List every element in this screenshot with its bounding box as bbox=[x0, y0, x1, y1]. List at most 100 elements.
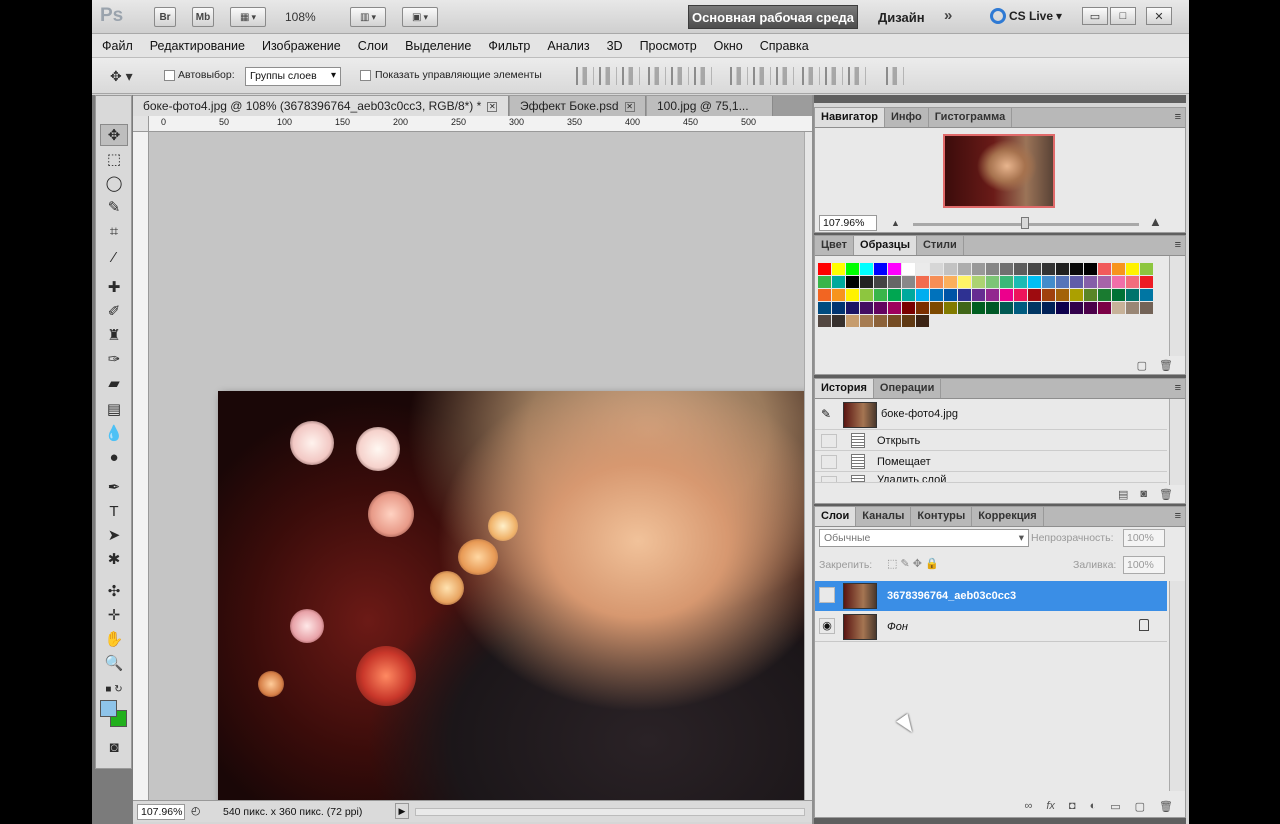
swap-colors-icon[interactable]: ■ ↻ bbox=[100, 678, 128, 700]
color-swatch[interactable] bbox=[972, 302, 985, 314]
history-brush-source-icon[interactable]: ✎ bbox=[821, 407, 831, 421]
color-swatch[interactable] bbox=[1084, 263, 1097, 275]
color-swatch[interactable] bbox=[888, 289, 901, 301]
history-step[interactable]: Удалить слой bbox=[815, 472, 1167, 483]
align-left-icon[interactable] bbox=[648, 67, 666, 85]
move-tool-icon[interactable]: ✥ bbox=[100, 124, 128, 146]
minimize-button[interactable]: ▭ bbox=[1082, 7, 1108, 25]
tab-navigator[interactable]: Навигатор bbox=[815, 108, 885, 127]
color-swatch[interactable] bbox=[1098, 276, 1111, 288]
color-swatch[interactable] bbox=[916, 263, 929, 275]
new-document-from-state-icon[interactable]: ▤ bbox=[1118, 488, 1128, 501]
color-swatch[interactable] bbox=[1126, 289, 1139, 301]
color-swatch[interactable] bbox=[1084, 276, 1097, 288]
clone-stamp-tool-icon[interactable]: ♜ bbox=[100, 324, 128, 346]
color-swatch[interactable] bbox=[818, 302, 831, 314]
eye-icon[interactable]: ◉ bbox=[819, 618, 835, 634]
navigator-thumbnail[interactable] bbox=[943, 134, 1055, 208]
color-swatch[interactable] bbox=[846, 276, 859, 288]
color-swatch[interactable] bbox=[832, 315, 845, 327]
auto-align-icon[interactable] bbox=[886, 67, 904, 85]
camera-snapshot-icon[interactable]: ◙ bbox=[1140, 488, 1147, 500]
foreground-color-swatch[interactable] bbox=[100, 700, 117, 717]
tab-paths[interactable]: Контуры bbox=[911, 507, 973, 526]
history-brush-tool-icon[interactable]: ✑ bbox=[100, 348, 128, 370]
crop-tool-icon[interactable]: ⌗ bbox=[100, 220, 128, 242]
color-swatch[interactable] bbox=[1056, 302, 1069, 314]
canvas-horizontal-scrollbar[interactable] bbox=[415, 808, 805, 816]
color-swatch[interactable] bbox=[902, 276, 915, 288]
color-swatch[interactable] bbox=[1028, 289, 1041, 301]
color-swatch[interactable] bbox=[1056, 263, 1069, 275]
adjustment-icon[interactable]: ◐ bbox=[1090, 800, 1097, 812]
color-swatch[interactable] bbox=[860, 315, 873, 327]
color-swatch[interactable] bbox=[1112, 263, 1125, 275]
color-swatch[interactable] bbox=[1084, 289, 1097, 301]
panel-dock-bar[interactable] bbox=[814, 95, 1186, 103]
show-controls-checkbox[interactable] bbox=[360, 70, 371, 81]
color-swatch[interactable] bbox=[1028, 276, 1041, 288]
fill-field[interactable]: 100% bbox=[1123, 556, 1165, 574]
color-swatch[interactable] bbox=[818, 276, 831, 288]
lasso-tool-icon[interactable]: ◯ bbox=[100, 172, 128, 194]
color-swatch[interactable] bbox=[888, 276, 901, 288]
color-swatch[interactable] bbox=[1070, 263, 1083, 275]
close-tab-icon[interactable]: ✕ bbox=[624, 101, 635, 112]
trash-icon[interactable]: 🗑 bbox=[1159, 488, 1173, 501]
color-swatch[interactable] bbox=[930, 302, 943, 314]
history-source-checkbox[interactable] bbox=[821, 455, 837, 469]
color-swatch[interactable] bbox=[1042, 276, 1055, 288]
menu-window[interactable]: Окно bbox=[714, 39, 743, 53]
type-tool-icon[interactable]: T bbox=[100, 500, 128, 522]
tab-actions[interactable]: Операции bbox=[874, 379, 942, 398]
color-swatch[interactable] bbox=[986, 276, 999, 288]
dodge-tool-icon[interactable]: ● bbox=[100, 446, 128, 468]
color-swatch[interactable] bbox=[916, 302, 929, 314]
color-swatch[interactable] bbox=[874, 315, 887, 327]
color-swatch[interactable] bbox=[832, 263, 845, 275]
color-swatch[interactable] bbox=[1098, 302, 1111, 314]
3d-rotate-tool-icon[interactable]: ✣ bbox=[100, 580, 128, 602]
color-swatch[interactable] bbox=[874, 276, 887, 288]
zoom-out-icon[interactable]: ▲ bbox=[891, 218, 900, 228]
color-swatch[interactable] bbox=[986, 289, 999, 301]
color-swatch[interactable] bbox=[944, 276, 957, 288]
color-swatch[interactable] bbox=[818, 289, 831, 301]
color-swatch[interactable] bbox=[902, 289, 915, 301]
color-swatch[interactable] bbox=[1112, 302, 1125, 314]
menu-select[interactable]: Выделение bbox=[405, 39, 471, 53]
panel-menu-icon[interactable]: ≡ bbox=[1175, 510, 1181, 522]
autoselect-select[interactable]: Группы слоев bbox=[245, 67, 341, 86]
color-swatch[interactable] bbox=[902, 263, 915, 275]
gradient-tool-icon[interactable]: ▤ bbox=[100, 398, 128, 420]
color-swatch[interactable] bbox=[1028, 302, 1041, 314]
color-swatch[interactable] bbox=[916, 289, 929, 301]
color-swatch[interactable] bbox=[1042, 289, 1055, 301]
color-swatch[interactable] bbox=[860, 289, 873, 301]
menu-view[interactable]: Просмотр bbox=[640, 39, 697, 53]
menu-image[interactable]: Изображение bbox=[262, 39, 341, 53]
blend-mode-select[interactable]: Обычные bbox=[819, 529, 1029, 547]
color-swatch[interactable] bbox=[1098, 289, 1111, 301]
color-swatch[interactable] bbox=[1098, 263, 1111, 275]
color-swatch[interactable] bbox=[846, 315, 859, 327]
tab-adjustments[interactable]: Коррекция bbox=[972, 507, 1044, 526]
eyedropper-tool-icon[interactable]: ⁄ bbox=[100, 246, 128, 268]
distribute-right-icon[interactable] bbox=[848, 67, 866, 85]
color-swatch[interactable] bbox=[818, 263, 831, 275]
color-swatch[interactable] bbox=[958, 302, 971, 314]
swatches-scrollbar[interactable] bbox=[1169, 256, 1185, 356]
color-swatch[interactable] bbox=[1014, 276, 1027, 288]
canvas-area[interactable] bbox=[149, 132, 843, 807]
color-swatch[interactable] bbox=[1000, 263, 1013, 275]
blur-tool-icon[interactable]: 💧 bbox=[100, 422, 128, 444]
color-swatch[interactable] bbox=[944, 263, 957, 275]
color-swatch[interactable] bbox=[860, 263, 873, 275]
arrange-documents-button[interactable]: ▥ bbox=[350, 7, 386, 27]
new-layer-icon[interactable]: ▢ bbox=[1135, 800, 1145, 813]
workspace-essentials-button[interactable]: Основная рабочая среда bbox=[688, 5, 858, 29]
view-extras-button[interactable]: ▦ bbox=[230, 7, 266, 27]
color-swatch[interactable] bbox=[916, 276, 929, 288]
zoom-in-icon[interactable]: ▲ bbox=[1149, 214, 1162, 229]
status-zoom-field[interactable]: 107.96% bbox=[137, 804, 185, 820]
